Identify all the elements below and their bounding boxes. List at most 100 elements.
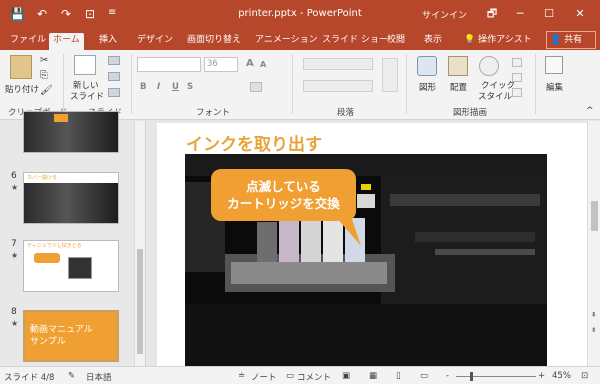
editing-label[interactable]: 編集 (546, 81, 563, 93)
slide-thumbnail-6[interactable]: カバー開ける (23, 172, 119, 224)
shapes-icon[interactable] (417, 56, 437, 76)
copy-icon[interactable]: ⎘ (40, 70, 48, 81)
shape-outline-icon[interactable] (512, 73, 522, 82)
separator (535, 54, 536, 114)
tell-me-search[interactable]: 💡 操作アシスト (460, 33, 536, 50)
callout-bubble[interactable]: 点滅している カートリッジを交換 (211, 169, 356, 221)
text-direction-icon[interactable] (382, 58, 398, 92)
slide-thumbnail-5[interactable] (23, 111, 119, 153)
slide-scrollbar[interactable]: ⇞ ⇟ (587, 121, 600, 366)
drawing-group-label: 図形描画 (453, 108, 488, 118)
tab-slideshow[interactable]: スライド ショー (318, 33, 392, 50)
shape-fill-icon[interactable] (512, 58, 522, 67)
reset-icon[interactable] (108, 72, 120, 81)
language-indicator[interactable]: 日本語 (86, 371, 112, 383)
thumbnail-title: ティシュで少し拭きとる (27, 243, 82, 249)
font-name-combo[interactable] (137, 57, 201, 72)
tab-transitions[interactable]: 画面切り替え (183, 33, 245, 50)
comments-button[interactable]: コメント (297, 371, 331, 383)
zoom-out-button[interactable]: - (446, 371, 449, 381)
collapse-ribbon-icon[interactable]: ^ (586, 106, 594, 116)
scrollbar-thumb[interactable] (137, 249, 143, 354)
new-slide-icon[interactable] (74, 55, 96, 75)
slide-thumbnail-8-selected[interactable]: 動画マニュアル サンプル (23, 310, 119, 362)
maximize-button[interactable]: ☐ (540, 5, 558, 23)
grow-font-icon[interactable]: A (246, 58, 254, 69)
section-icon[interactable] (108, 88, 120, 97)
separator (292, 54, 293, 114)
shapes-label[interactable]: 図形 (419, 81, 436, 93)
tab-review[interactable]: 校閲 (383, 33, 409, 50)
zoom-level[interactable]: 45% (552, 371, 571, 381)
bold-button[interactable]: B (140, 82, 146, 92)
shape-effects-icon[interactable] (512, 88, 522, 97)
font-color-icon[interactable] (250, 82, 262, 92)
quick-styles-label-2[interactable]: スタイル (478, 90, 512, 102)
tab-insert[interactable]: 挿入 (95, 33, 121, 50)
quick-styles-icon[interactable] (479, 56, 499, 76)
arrange-label[interactable]: 配置 (450, 81, 467, 93)
layout-icon[interactable] (108, 56, 120, 65)
tab-file[interactable]: ファイル (6, 33, 50, 50)
underline-button[interactable]: U (172, 82, 179, 92)
slide-number-7: 7 (11, 239, 17, 249)
spellcheck-icon[interactable]: ✎ (68, 371, 75, 381)
cut-icon[interactable]: ✂ (40, 55, 48, 66)
zoom-slider-handle[interactable] (470, 372, 473, 381)
shrink-font-icon[interactable]: A (260, 60, 266, 69)
tab-view[interactable]: 表示 (420, 33, 446, 50)
ribbon-display-icon[interactable]: 🗗 (483, 5, 501, 23)
callout-line-1: 点滅している (246, 179, 321, 194)
tab-animations[interactable]: アニメーション (251, 33, 322, 50)
reading-view-icon[interactable]: ▯ (396, 371, 401, 381)
status-bar: スライド 4/8 ✎ 日本語 ≐ ノート ▭ コメント ▣ ▦ ▯ ▭ - + … (0, 366, 600, 384)
paste-label[interactable]: 貼り付け (5, 83, 39, 95)
slide-title[interactable]: インクを取り出す (186, 130, 322, 155)
slide-thumbnail-7[interactable]: ティシュで少し拭きとる (23, 240, 119, 292)
notes-button[interactable]: ノート (251, 371, 277, 383)
thumbnail-title: カバー開ける (27, 175, 58, 181)
notes-icon[interactable]: ≐ (238, 371, 245, 381)
share-label: 共有 (564, 35, 583, 45)
slideshow-view-icon[interactable]: ▭ (420, 371, 428, 381)
italic-button[interactable]: I (157, 82, 160, 92)
zoom-in-button[interactable]: + (538, 371, 545, 381)
normal-view-icon[interactable]: ▣ (342, 371, 350, 381)
close-button[interactable]: ✕ (571, 5, 589, 23)
ribbon-tabs: ファイル ホーム 挿入 デザイン 画面切り替え アニメーション スライド ショー… (0, 30, 600, 50)
font-group-label: フォント (196, 108, 231, 118)
shadow-button[interactable]: S (187, 82, 193, 92)
tab-home[interactable]: ホーム (49, 33, 84, 50)
current-slide[interactable]: インクを取り出す 点滅している カートリッジを交換 (157, 123, 587, 366)
paragraph-group-label: 段落 (337, 108, 355, 118)
previous-slide-icon[interactable]: ⇞ (591, 311, 597, 319)
printer-photo[interactable]: 点滅している カートリッジを交換 (185, 154, 547, 366)
font-size-combo[interactable]: 36 (204, 57, 238, 72)
arrange-icon[interactable] (448, 56, 468, 76)
minimize-button[interactable]: ─ (511, 5, 529, 23)
tab-design[interactable]: デザイン (133, 33, 177, 50)
next-slide-icon[interactable]: ⇟ (591, 326, 597, 334)
title-bar: 💾 ↶ ↷ ⊡ ≡ printer.pptx - PowerPoint サインイ… (0, 0, 600, 30)
animation-star-icon: ★ (11, 183, 19, 192)
animation-star-icon: ★ (11, 251, 19, 260)
paste-icon[interactable] (10, 55, 32, 79)
format-painter-icon[interactable]: 🖌 (40, 85, 53, 96)
slide-scrollbar-thumb[interactable] (591, 201, 598, 231)
separator (406, 54, 407, 114)
alignment-controls-icon[interactable] (303, 80, 373, 92)
slide-sorter-icon[interactable]: ▦ (369, 371, 377, 381)
callout-pointer (335, 216, 361, 246)
ribbon-home: 貼り付け ✂ ⎘ 🖌 クリップボード 新しい スライド スライド 36 A A … (0, 50, 600, 120)
comments-icon[interactable]: ▭ (286, 371, 294, 381)
zoom-slider[interactable] (456, 376, 536, 377)
share-button[interactable]: 👤 共有 (546, 31, 596, 49)
fit-to-window-icon[interactable]: ⊡ (581, 371, 588, 381)
find-icon[interactable] (545, 56, 563, 74)
list-controls-icon[interactable] (303, 58, 373, 70)
slide-number-6: 6 (11, 171, 17, 181)
thumbnails-scrollbar[interactable] (134, 121, 145, 366)
new-slide-label-2[interactable]: スライド (70, 90, 104, 102)
sign-in-link[interactable]: サインイン (422, 8, 467, 21)
separator (63, 54, 64, 114)
